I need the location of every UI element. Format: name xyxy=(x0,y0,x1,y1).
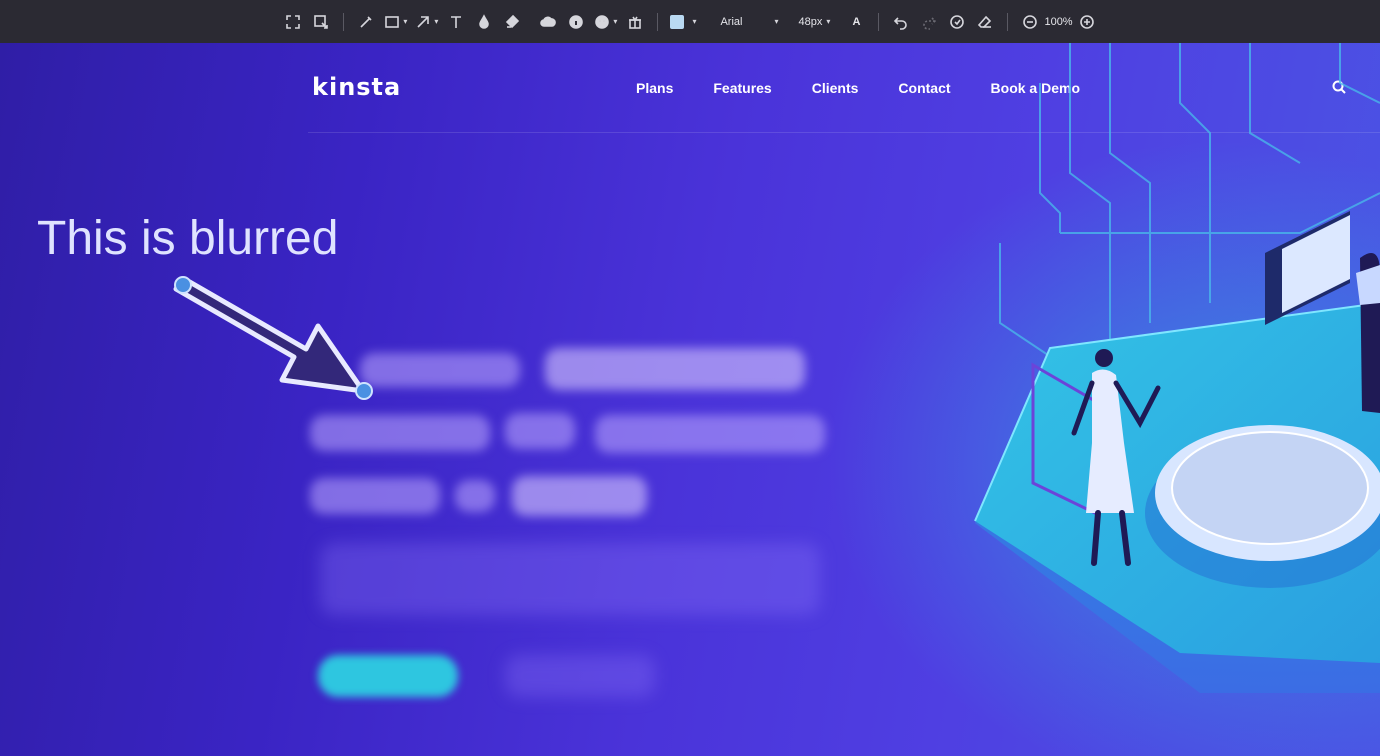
font-size-value: 48px xyxy=(798,15,823,28)
redo-icon[interactable] xyxy=(915,8,943,36)
annotation-toolbar: ▾ ▾ ▾ ▾ Arial ▾ 48px ▾ A 100% xyxy=(0,0,1380,43)
zoom-out-icon[interactable] xyxy=(1016,8,1044,36)
font-size-select[interactable]: 48px ▾ xyxy=(786,8,842,36)
text-style-label: A xyxy=(852,15,861,28)
reset-icon[interactable] xyxy=(943,8,971,36)
sticker-emoji-button[interactable]: ▾ xyxy=(590,8,621,36)
crop-select-icon[interactable] xyxy=(307,8,335,36)
arrow-tool-button[interactable]: ▾ xyxy=(411,8,442,36)
toolbar-divider xyxy=(878,12,880,31)
chevron-down-icon: ▾ xyxy=(692,17,697,26)
text-style-button[interactable]: A xyxy=(842,8,870,36)
chevron-down-icon: ▾ xyxy=(774,17,779,26)
blur-drop-icon[interactable] xyxy=(470,8,498,36)
isometric-illustration xyxy=(974,43,1380,693)
font-family-select[interactable]: Arial ▾ xyxy=(700,8,786,36)
fullscreen-icon[interactable] xyxy=(279,8,307,36)
arrow-icon xyxy=(417,15,430,28)
toolbar-divider xyxy=(1007,12,1009,31)
screenshot-canvas[interactable]: kinsta Plans Features Clients Contact Bo… xyxy=(0,43,1380,756)
chevron-down-icon: ▾ xyxy=(403,17,408,26)
chevron-down-icon: ▾ xyxy=(434,17,439,26)
color-swatch xyxy=(670,14,685,29)
chevron-down-icon: ▾ xyxy=(613,17,618,26)
highlighter-icon[interactable] xyxy=(498,8,526,36)
arrow-end-handle[interactable] xyxy=(355,382,373,400)
annotation-text[interactable]: This is blurred xyxy=(37,211,338,266)
sticker-cloud-icon[interactable] xyxy=(534,8,562,36)
toolbar-divider xyxy=(343,12,345,31)
toolbar-divider xyxy=(657,12,659,31)
rectangle-icon xyxy=(385,15,400,28)
font-family-value: Arial xyxy=(720,15,743,28)
rectangle-tool-button[interactable]: ▾ xyxy=(380,8,411,36)
sticker-emoji-icon xyxy=(595,14,610,29)
color-picker[interactable]: ▾ xyxy=(666,8,700,36)
text-icon[interactable] xyxy=(442,8,470,36)
zoom-in-icon[interactable] xyxy=(1073,8,1101,36)
zoom-level: 100% xyxy=(1044,15,1073,28)
chevron-down-icon: ▾ xyxy=(826,17,831,26)
pen-icon[interactable] xyxy=(352,8,380,36)
sticker-info-icon[interactable] xyxy=(562,8,590,36)
pool-inner xyxy=(1171,431,1369,545)
sticker-gift-icon[interactable] xyxy=(621,8,649,36)
eraser-icon[interactable] xyxy=(971,8,999,36)
undo-icon[interactable] xyxy=(887,8,915,36)
arrow-start-handle[interactable] xyxy=(174,276,192,294)
